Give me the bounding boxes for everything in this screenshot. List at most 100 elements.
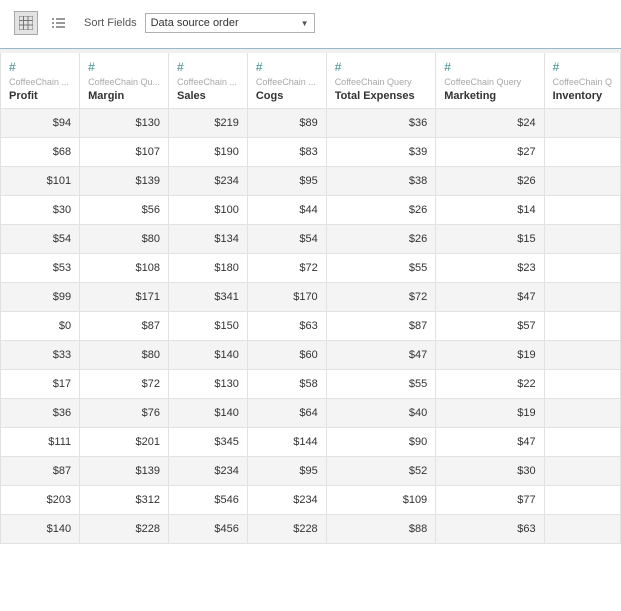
list-view-button[interactable] xyxy=(46,11,70,35)
cell[interactable]: $15 xyxy=(436,225,544,254)
cell[interactable]: $72 xyxy=(326,283,436,312)
cell[interactable]: $36 xyxy=(1,399,80,428)
column-header[interactable]: # CoffeeChain Q Inventory xyxy=(544,53,620,109)
cell[interactable]: $234 xyxy=(169,457,248,486)
cell[interactable] xyxy=(544,196,620,225)
cell[interactable]: $24 xyxy=(436,109,544,138)
cell[interactable]: $111 xyxy=(1,428,80,457)
cell[interactable]: $40 xyxy=(326,399,436,428)
cell[interactable]: $53 xyxy=(1,254,80,283)
grid-view-button[interactable] xyxy=(14,11,38,35)
cell[interactable] xyxy=(544,167,620,196)
cell[interactable]: $22 xyxy=(436,370,544,399)
cell[interactable]: $219 xyxy=(169,109,248,138)
table-row[interactable]: $101$139$234$95$38$26 xyxy=(1,167,621,196)
cell[interactable]: $30 xyxy=(1,196,80,225)
cell[interactable]: $99 xyxy=(1,283,80,312)
cell[interactable]: $180 xyxy=(169,254,248,283)
cell[interactable]: $201 xyxy=(80,428,169,457)
cell[interactable]: $80 xyxy=(80,341,169,370)
cell[interactable]: $109 xyxy=(326,486,436,515)
cell[interactable] xyxy=(544,225,620,254)
cell[interactable]: $107 xyxy=(80,138,169,167)
cell[interactable]: $47 xyxy=(326,341,436,370)
cell[interactable]: $87 xyxy=(1,457,80,486)
cell[interactable]: $88 xyxy=(326,515,436,544)
cell[interactable]: $23 xyxy=(436,254,544,283)
cell[interactable]: $171 xyxy=(80,283,169,312)
cell[interactable] xyxy=(544,138,620,167)
cell[interactable]: $312 xyxy=(80,486,169,515)
column-header[interactable]: # CoffeeChain Query Total Expenses xyxy=(326,53,436,109)
cell[interactable]: $89 xyxy=(247,109,326,138)
table-row[interactable]: $33$80$140$60$47$19 xyxy=(1,341,621,370)
table-row[interactable]: $0$87$150$63$87$57 xyxy=(1,312,621,341)
column-header[interactable]: # CoffeeChain ... Profit xyxy=(1,53,80,109)
cell[interactable]: $72 xyxy=(247,254,326,283)
cell[interactable]: $54 xyxy=(1,225,80,254)
cell[interactable]: $95 xyxy=(247,167,326,196)
cell[interactable]: $80 xyxy=(80,225,169,254)
cell[interactable]: $341 xyxy=(169,283,248,312)
cell[interactable]: $87 xyxy=(326,312,436,341)
cell[interactable]: $55 xyxy=(326,370,436,399)
cell[interactable]: $94 xyxy=(1,109,80,138)
cell[interactable] xyxy=(544,312,620,341)
cell[interactable]: $19 xyxy=(436,341,544,370)
table-row[interactable]: $53$108$180$72$55$23 xyxy=(1,254,621,283)
cell[interactable]: $203 xyxy=(1,486,80,515)
cell[interactable]: $150 xyxy=(169,312,248,341)
table-row[interactable]: $99$171$341$170$72$47 xyxy=(1,283,621,312)
cell[interactable]: $130 xyxy=(80,109,169,138)
cell[interactable]: $64 xyxy=(247,399,326,428)
cell[interactable]: $33 xyxy=(1,341,80,370)
cell[interactable]: $52 xyxy=(326,457,436,486)
cell[interactable]: $76 xyxy=(80,399,169,428)
table-row[interactable]: $36$76$140$64$40$19 xyxy=(1,399,621,428)
cell[interactable]: $17 xyxy=(1,370,80,399)
table-row[interactable]: $140$228$456$228$88$63 xyxy=(1,515,621,544)
cell[interactable]: $101 xyxy=(1,167,80,196)
cell[interactable]: $140 xyxy=(1,515,80,544)
cell[interactable]: $0 xyxy=(1,312,80,341)
cell[interactable]: $134 xyxy=(169,225,248,254)
cell[interactable]: $36 xyxy=(326,109,436,138)
cell[interactable] xyxy=(544,341,620,370)
table-row[interactable]: $203$312$546$234$109$77 xyxy=(1,486,621,515)
cell[interactable]: $44 xyxy=(247,196,326,225)
cell[interactable]: $56 xyxy=(80,196,169,225)
cell[interactable]: $63 xyxy=(436,515,544,544)
table-row[interactable]: $94$130$219$89$36$24 xyxy=(1,109,621,138)
cell[interactable]: $234 xyxy=(247,486,326,515)
table-row[interactable]: $68$107$190$83$39$27 xyxy=(1,138,621,167)
column-header[interactable]: # CoffeeChain ... Cogs xyxy=(247,53,326,109)
cell[interactable] xyxy=(544,109,620,138)
sort-fields-dropdown[interactable]: Data source order ▼ xyxy=(145,13,315,33)
cell[interactable]: $57 xyxy=(436,312,544,341)
cell[interactable]: $60 xyxy=(247,341,326,370)
table-row[interactable]: $111$201$345$144$90$47 xyxy=(1,428,621,457)
cell[interactable]: $90 xyxy=(326,428,436,457)
cell[interactable]: $39 xyxy=(326,138,436,167)
table-row[interactable]: $54$80$134$54$26$15 xyxy=(1,225,621,254)
cell[interactable] xyxy=(544,457,620,486)
table-row[interactable]: $17$72$130$58$55$22 xyxy=(1,370,621,399)
cell[interactable]: $38 xyxy=(326,167,436,196)
cell[interactable]: $228 xyxy=(247,515,326,544)
cell[interactable] xyxy=(544,254,620,283)
cell[interactable]: $26 xyxy=(436,167,544,196)
cell[interactable]: $144 xyxy=(247,428,326,457)
cell[interactable]: $55 xyxy=(326,254,436,283)
table-row[interactable]: $87$139$234$95$52$30 xyxy=(1,457,621,486)
column-header[interactable]: # CoffeeChain Qu... Margin xyxy=(80,53,169,109)
cell[interactable]: $190 xyxy=(169,138,248,167)
cell[interactable]: $47 xyxy=(436,283,544,312)
cell[interactable]: $100 xyxy=(169,196,248,225)
cell[interactable]: $30 xyxy=(436,457,544,486)
cell[interactable]: $345 xyxy=(169,428,248,457)
cell[interactable]: $58 xyxy=(247,370,326,399)
table-row[interactable]: $30$56$100$44$26$14 xyxy=(1,196,621,225)
cell[interactable]: $228 xyxy=(80,515,169,544)
cell[interactable] xyxy=(544,486,620,515)
cell[interactable]: $139 xyxy=(80,457,169,486)
